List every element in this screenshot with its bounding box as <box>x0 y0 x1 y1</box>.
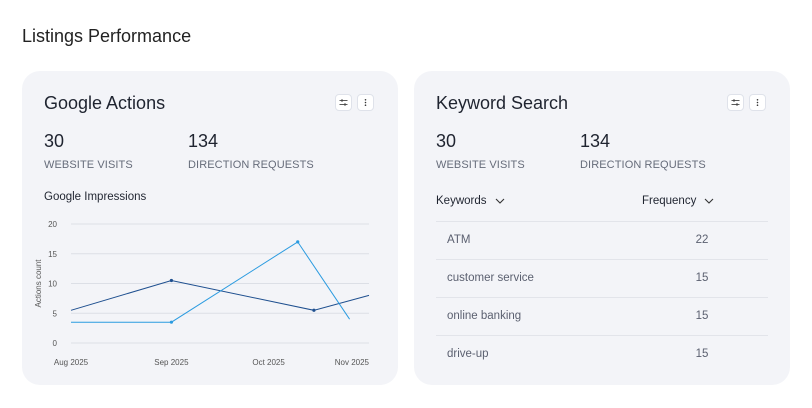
y-tick-label: 15 <box>48 250 57 259</box>
y-axis-label: Actions count <box>34 259 43 308</box>
data-point <box>169 278 174 283</box>
keyword-cell: ATM <box>447 234 471 246</box>
keyword-search-more-button[interactable] <box>749 94 766 111</box>
frequency-cell: 15 <box>695 310 709 322</box>
keyword-search-filter-button[interactable] <box>727 94 744 111</box>
y-tick-label: 10 <box>48 280 57 289</box>
keyword-cell: online banking <box>447 310 522 322</box>
y-tick-label: 5 <box>53 309 58 318</box>
frequency-cell: 15 <box>695 272 709 284</box>
table-row: ATM 22 <box>436 222 768 260</box>
website-visits-value: 30 <box>436 131 457 151</box>
table-row: drive-up 15 <box>436 336 768 374</box>
keyword-cell: customer service <box>447 272 534 284</box>
table-row: customer service 15 <box>436 260 768 298</box>
x-tick-label: Sep 2025 <box>154 358 189 367</box>
series-line <box>70 279 370 311</box>
table-row: online banking 15 <box>436 298 768 336</box>
y-tick-label: 0 <box>53 339 58 348</box>
frequency-column-header[interactable]: Frequency <box>642 195 714 207</box>
page-title: Listings Performance <box>22 26 192 46</box>
google-impressions-chart: 0 5 10 15 20 Actions count Aug 2025 Sep 2025 Oct… <box>34 220 370 367</box>
frequency-cell: 15 <box>695 348 709 360</box>
direction-requests-value: 134 <box>580 131 611 151</box>
frequency-column-label: Frequency <box>642 195 697 207</box>
chevron-down-icon <box>704 198 714 204</box>
data-point <box>312 308 316 312</box>
y-tick-label: 20 <box>48 220 57 229</box>
x-tick-label: Nov 2025 <box>335 358 370 367</box>
google-actions-card: Google Actions 30 WEBSITE VISITS 134 DIR… <box>22 71 398 385</box>
keywords-column-header[interactable]: Keywords <box>436 195 505 207</box>
direction-requests-label: DIRECTION REQUESTS <box>580 159 706 171</box>
data-point <box>169 320 174 324</box>
more-vertical-icon <box>756 99 759 106</box>
keywords-column-label: Keywords <box>436 195 487 207</box>
keyword-cell: drive-up <box>447 348 489 360</box>
frequency-cell: 22 <box>695 234 709 246</box>
sliders-icon <box>731 99 740 106</box>
x-tick-label: Oct 2025 <box>252 358 285 367</box>
website-visits-label: WEBSITE VISITS <box>436 159 525 171</box>
keyword-search-card: Keyword Search 30 WEBSITE VISITS 134 DIR… <box>414 71 790 385</box>
chevron-down-icon <box>495 198 504 204</box>
x-tick-label: Aug 2025 <box>54 358 89 367</box>
data-point <box>296 240 300 244</box>
keyword-search-title: Keyword Search <box>436 93 569 113</box>
